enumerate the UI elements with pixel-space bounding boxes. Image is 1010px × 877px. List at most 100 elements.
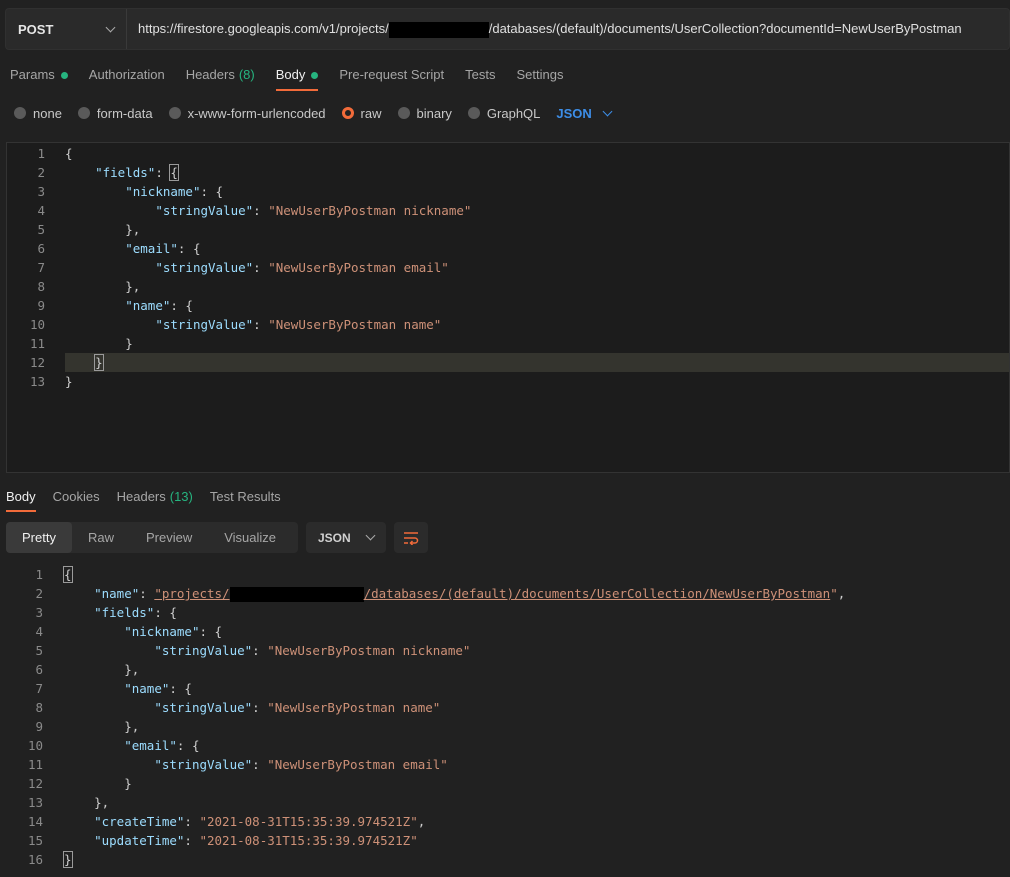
chevron-down-icon: [105, 22, 116, 32]
code-text: }: [125, 336, 133, 351]
radio-binary-label: binary: [416, 105, 452, 121]
code-line: 9 },: [0, 717, 1010, 736]
code-text: "stringValue": "NewUserByPostman nicknam…: [155, 203, 472, 218]
radio-circle-icon: [168, 107, 181, 119]
code-text: {: [63, 566, 73, 583]
code-line: 16}: [0, 850, 1010, 869]
tab-prerequest-script[interactable]: Pre-request Script: [339, 62, 444, 88]
tab-settings-label: Settings: [516, 67, 564, 82]
radio-none[interactable]: none: [14, 106, 62, 121]
tab-authorization[interactable]: Authorization: [89, 62, 165, 88]
response-format-select[interactable]: JSON: [306, 522, 386, 553]
code-line: 2 "name": "projects//databases/(default)…: [0, 584, 1010, 603]
resp-tab-test-results[interactable]: Test Results: [210, 484, 281, 510]
response-body-viewer[interactable]: 1{ 2 "name": "projects//databases/(defau…: [0, 565, 1010, 877]
resp-tab-test-results-label: Test Results: [209, 489, 281, 504]
code-text: },: [124, 662, 140, 677]
code-text: "stringValue": "NewUserByPostman name": [155, 317, 442, 332]
resp-tab-body[interactable]: Body: [6, 484, 36, 512]
tab-settings[interactable]: Settings: [516, 62, 563, 88]
line-number: 2: [35, 586, 43, 601]
view-raw-button[interactable]: Raw: [72, 522, 130, 553]
request-body-editor[interactable]: 1{ 2 "fields": { 3 "nickname": { 4 "stri…: [6, 142, 1010, 473]
tab-body-label: Body: [275, 67, 306, 82]
radio-circle-icon: [14, 107, 26, 119]
line-number: 9: [35, 719, 43, 734]
line-number: 16: [27, 852, 43, 867]
line-number: 12: [27, 776, 43, 791]
body-mode-radios: none form-data x-www-form-urlencoded raw…: [14, 103, 613, 123]
wrap-lines-button[interactable]: [394, 522, 428, 553]
line-number: 6: [37, 241, 45, 256]
code-line: 3 "fields": {: [0, 603, 1010, 622]
tab-headers[interactable]: Headers (8): [186, 62, 255, 88]
line-number: 4: [37, 203, 45, 218]
tab-params[interactable]: Params: [10, 62, 68, 88]
radio-none-label: none: [33, 105, 62, 121]
view-pretty-button[interactable]: Pretty: [6, 522, 72, 553]
radio-graphql-label: GraphQL: [486, 105, 541, 121]
line-number: 8: [37, 279, 45, 294]
body-format-label: JSON: [556, 105, 592, 121]
code-text: "nickname": {: [124, 624, 223, 639]
resp-tab-cookies-label: Cookies: [52, 489, 100, 504]
line-number: 7: [37, 260, 45, 275]
code-text: "fields": {: [94, 605, 177, 620]
view-preview-button[interactable]: Preview: [130, 522, 208, 553]
method-label: POST: [18, 21, 54, 37]
body-indicator-dot: [311, 71, 319, 79]
line-number: 4: [35, 624, 43, 639]
code-text: "stringValue": "NewUserByPostman nicknam…: [154, 643, 471, 658]
code-line: 10 "stringValue": "NewUserByPostman name…: [7, 315, 1009, 334]
line-number: 11: [27, 757, 43, 772]
code-line: 12 }: [7, 353, 1009, 372]
code-line: 3 "nickname": {: [7, 182, 1009, 201]
tab-body[interactable]: Body: [275, 62, 319, 91]
code-line: 5 },: [7, 220, 1009, 239]
code-line: 1{: [0, 565, 1010, 584]
method-select[interactable]: POST: [6, 9, 127, 49]
radio-urlencoded[interactable]: x-www-form-urlencoded: [168, 106, 326, 121]
code-line: 8 },: [7, 277, 1009, 296]
line-number: 7: [35, 681, 43, 696]
line-number: 3: [37, 184, 45, 199]
line-number: 14: [27, 814, 43, 829]
code-text: },: [125, 279, 141, 294]
resp-tab-cookies[interactable]: Cookies: [53, 484, 100, 510]
line-number: 6: [35, 662, 43, 677]
wrap-lines-icon: [404, 531, 419, 545]
tab-prerequest-label: Pre-request Script: [339, 67, 445, 82]
params-indicator-dot: [60, 71, 68, 79]
tab-tests[interactable]: Tests: [465, 62, 495, 88]
view-visualize-button[interactable]: Visualize: [208, 522, 292, 553]
request-tabs: Params Authorization Headers (8) Body Pre…: [10, 62, 584, 91]
code-line: 14 "createTime": "2021-08-31T15:35:39.97…: [0, 812, 1010, 831]
code-text: "fields": {: [95, 164, 179, 181]
radio-circle-icon: [467, 107, 480, 119]
code-line: 13}: [7, 372, 1009, 391]
resp-tab-headers[interactable]: Headers (13): [117, 484, 193, 510]
chevron-down-icon: [602, 106, 613, 116]
line-number: 11: [29, 336, 45, 351]
code-text: "email": {: [124, 738, 200, 753]
line-number: 10: [29, 317, 45, 332]
tab-tests-label: Tests: [465, 67, 496, 82]
line-number: 13: [27, 795, 43, 810]
radio-form-data[interactable]: form-data: [77, 106, 153, 121]
radio-binary[interactable]: binary: [397, 105, 452, 121]
url-input[interactable]: https://firestore.googleapis.com/v1/proj…: [138, 9, 962, 49]
code-line: 15 "updateTime": "2021-08-31T15:35:39.97…: [0, 831, 1010, 850]
code-text: "name": "projects//databases/(default)/d…: [94, 586, 846, 602]
redacted-project-id: [388, 21, 489, 38]
radio-raw[interactable]: raw: [341, 106, 382, 121]
line-number: 2: [37, 165, 45, 180]
line-number: 5: [35, 643, 43, 658]
radio-graphql[interactable]: GraphQL: [467, 105, 541, 121]
code-text: "name": {: [124, 681, 192, 696]
body-format-select[interactable]: JSON: [556, 105, 613, 121]
tab-authorization-label: Authorization: [88, 67, 165, 82]
code-text: }: [65, 374, 73, 389]
code-text: }: [124, 776, 132, 791]
line-number: 5: [37, 222, 45, 237]
code-line: 13 },: [0, 793, 1010, 812]
